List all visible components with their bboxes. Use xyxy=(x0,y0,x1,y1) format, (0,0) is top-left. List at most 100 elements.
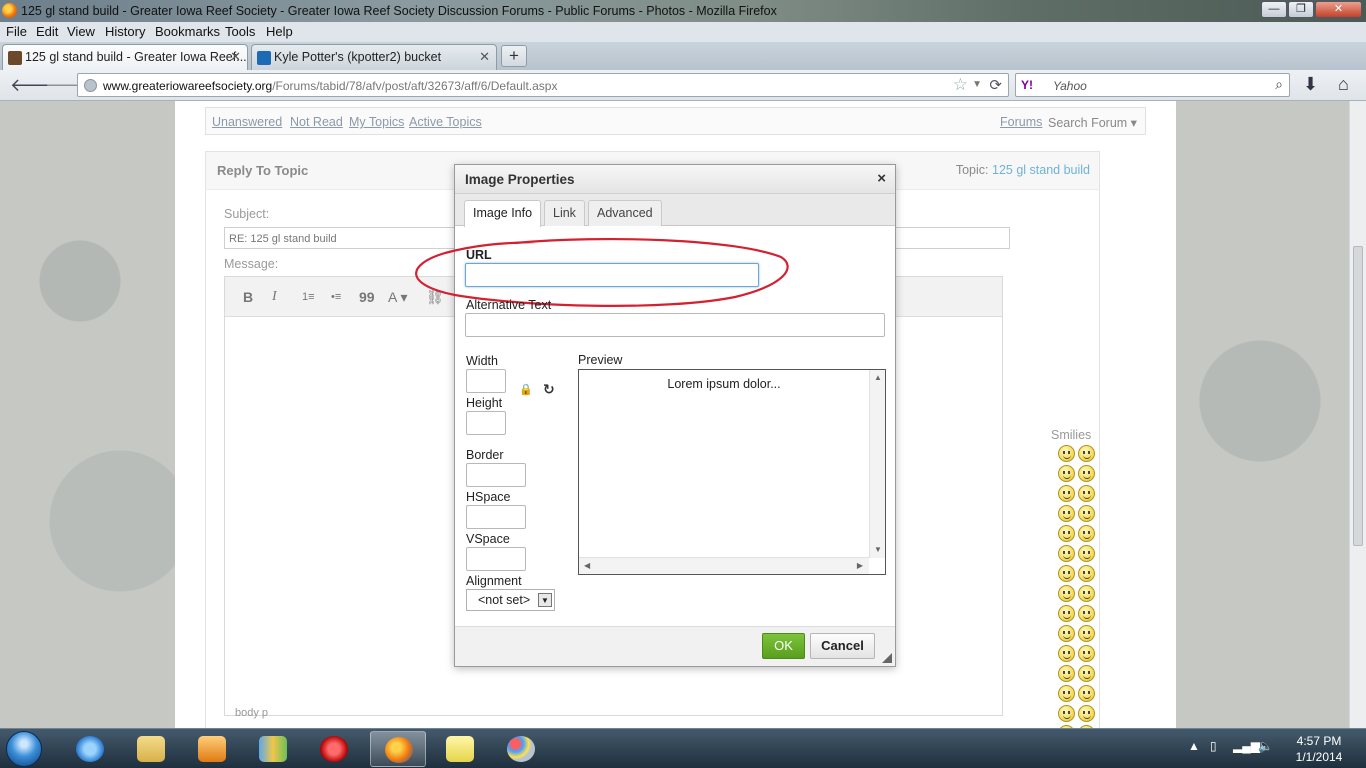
border-input[interactable] xyxy=(466,463,526,487)
tray-expand-icon[interactable]: ▲ xyxy=(1188,739,1200,753)
taskbar-media-player[interactable] xyxy=(184,731,240,767)
reset-size-icon[interactable]: ↻ xyxy=(543,381,555,398)
scroll-left-icon[interactable]: ◀ xyxy=(584,561,590,570)
minimize-button[interactable]: — xyxy=(1261,1,1287,18)
home-icon[interactable]: ⌂ xyxy=(1338,74,1349,95)
cancel-button[interactable]: Cancel xyxy=(810,633,875,659)
firefox-icon[interactable] xyxy=(2,3,17,18)
tab-link[interactable]: Link xyxy=(544,200,585,226)
alignment-select[interactable]: <not set> ▼ xyxy=(466,589,555,611)
preview-horizontal-scrollbar[interactable]: ◀ ▶ xyxy=(579,557,869,574)
tab-photobucket[interactable]: Kyle Potter's (kpotter2) bucket ✕ xyxy=(251,44,497,70)
taskbar-sticky-notes[interactable] xyxy=(432,731,488,767)
hspace-input[interactable] xyxy=(466,505,526,529)
smiley-icon[interactable] xyxy=(1058,545,1075,562)
taskbar-clock[interactable]: 4:57 PM 1/1/2014 xyxy=(1283,733,1355,765)
bookmark-star-icon[interactable]: ☆ xyxy=(953,75,968,95)
link-not-read[interactable]: Not Read xyxy=(290,115,343,129)
tab-forum[interactable]: 125 gl stand build - Greater Iowa Reef..… xyxy=(2,44,248,70)
preview-vertical-scrollbar[interactable]: ▲ ▼ xyxy=(869,370,885,558)
yahoo-logo-icon[interactable]: Y! xyxy=(1021,78,1033,92)
menu-tools[interactable]: Tools xyxy=(225,24,255,39)
menu-bookmarks[interactable]: Bookmarks xyxy=(155,24,220,39)
address-bar[interactable]: www.greateriowareefsociety.org/Forums/ta… xyxy=(77,73,1009,97)
smiley-icon[interactable] xyxy=(1078,645,1095,662)
blockquote-button[interactable]: 99 xyxy=(359,289,375,305)
vspace-input[interactable] xyxy=(466,547,526,571)
smiley-icon[interactable] xyxy=(1078,545,1095,562)
smiley-icon[interactable] xyxy=(1078,565,1095,582)
network-icon[interactable]: ▂▄▆ xyxy=(1233,739,1260,753)
smiley-icon[interactable] xyxy=(1058,445,1075,462)
scroll-right-icon[interactable]: ▶ xyxy=(857,561,863,570)
scroll-down-icon[interactable]: ▼ xyxy=(874,545,882,554)
dialog-close-button[interactable]: × xyxy=(877,170,886,187)
smiley-icon[interactable] xyxy=(1058,665,1075,682)
smiley-icon[interactable] xyxy=(1058,505,1075,522)
smiley-icon[interactable] xyxy=(1078,665,1095,682)
menu-view[interactable]: View xyxy=(67,24,95,39)
maximize-button[interactable]: ❐ xyxy=(1288,1,1314,18)
smiley-icon[interactable] xyxy=(1078,585,1095,602)
italic-button[interactable]: I xyxy=(272,289,277,305)
link-my-topics[interactable]: My Topics xyxy=(349,115,404,129)
history-dropdown-icon[interactable]: ▼ xyxy=(972,79,982,90)
height-input[interactable] xyxy=(466,411,506,435)
taskbar-firefox[interactable] xyxy=(370,731,426,767)
tab-close-icon[interactable]: ✕ xyxy=(479,49,490,65)
lock-ratio-icon[interactable]: 🔒 xyxy=(519,383,533,396)
smiley-icon[interactable] xyxy=(1078,605,1095,622)
smiley-icon[interactable] xyxy=(1078,485,1095,502)
link-unanswered[interactable]: Unanswered xyxy=(212,115,282,129)
smiley-icon[interactable] xyxy=(1058,585,1075,602)
tab-advanced[interactable]: Advanced xyxy=(588,200,662,226)
smiley-icon[interactable] xyxy=(1058,465,1075,482)
smiley-icon[interactable] xyxy=(1058,705,1075,722)
bullet-list-button[interactable]: •≡ xyxy=(331,291,341,303)
taskbar-explorer[interactable] xyxy=(123,731,179,767)
address-url[interactable]: www.greateriowareefsociety.org/Forums/ta… xyxy=(103,79,557,93)
reload-icon[interactable]: ⟳ xyxy=(989,76,1002,94)
smiley-icon[interactable] xyxy=(1078,625,1095,642)
tab-image-info[interactable]: Image Info xyxy=(464,200,542,227)
smiley-icon[interactable] xyxy=(1078,465,1095,482)
ordered-list-button[interactable]: 1≡ xyxy=(302,291,315,303)
smiley-icon[interactable] xyxy=(1078,505,1095,522)
menu-edit[interactable]: Edit xyxy=(36,24,58,39)
tray-device-icon[interactable]: ▯ xyxy=(1210,739,1217,753)
smiley-icon[interactable] xyxy=(1078,685,1095,702)
link-forums[interactable]: Forums xyxy=(1000,115,1042,129)
smiley-icon[interactable] xyxy=(1058,605,1075,622)
taskbar-app-5[interactable] xyxy=(306,731,362,767)
search-box[interactable]: Y! Yahoo ⌕ xyxy=(1015,73,1290,97)
menu-help[interactable]: Help xyxy=(266,24,293,39)
search-forum-dropdown[interactable]: Search Forum ▾ xyxy=(1048,115,1137,130)
smiley-icon[interactable] xyxy=(1058,525,1075,542)
site-identity-icon[interactable] xyxy=(84,79,97,92)
resize-grip-icon[interactable] xyxy=(882,653,892,663)
menu-history[interactable]: History xyxy=(105,24,145,39)
smiley-icon[interactable] xyxy=(1058,565,1075,582)
smiley-icon[interactable] xyxy=(1058,685,1075,702)
smiley-icon[interactable] xyxy=(1058,645,1075,662)
smiley-icon[interactable] xyxy=(1058,625,1075,642)
taskbar-paint[interactable] xyxy=(493,731,549,767)
smiley-icon[interactable] xyxy=(1078,705,1095,722)
taskbar-app-4[interactable] xyxy=(245,731,301,767)
taskbar-internet-explorer[interactable] xyxy=(62,731,118,767)
smiley-icon[interactable] xyxy=(1078,445,1095,462)
close-window-button[interactable]: ✕ xyxy=(1315,1,1362,18)
width-input[interactable] xyxy=(466,369,506,393)
smiley-icon[interactable] xyxy=(1078,525,1095,542)
link-active-topics[interactable]: Active Topics xyxy=(409,115,482,129)
smiley-icon[interactable] xyxy=(1058,485,1075,502)
ok-button[interactable]: OK xyxy=(762,633,805,659)
search-icon[interactable]: ⌕ xyxy=(1275,76,1283,93)
bold-button[interactable]: B xyxy=(243,289,253,305)
menu-file[interactable]: File xyxy=(6,24,27,39)
scrollbar-thumb[interactable] xyxy=(1353,246,1363,546)
page-scrollbar[interactable] xyxy=(1349,101,1366,728)
scroll-up-icon[interactable]: ▲ xyxy=(874,373,882,382)
downloads-icon[interactable]: ⬇ xyxy=(1303,74,1318,95)
topic-link[interactable]: 125 gl stand build xyxy=(992,163,1090,177)
